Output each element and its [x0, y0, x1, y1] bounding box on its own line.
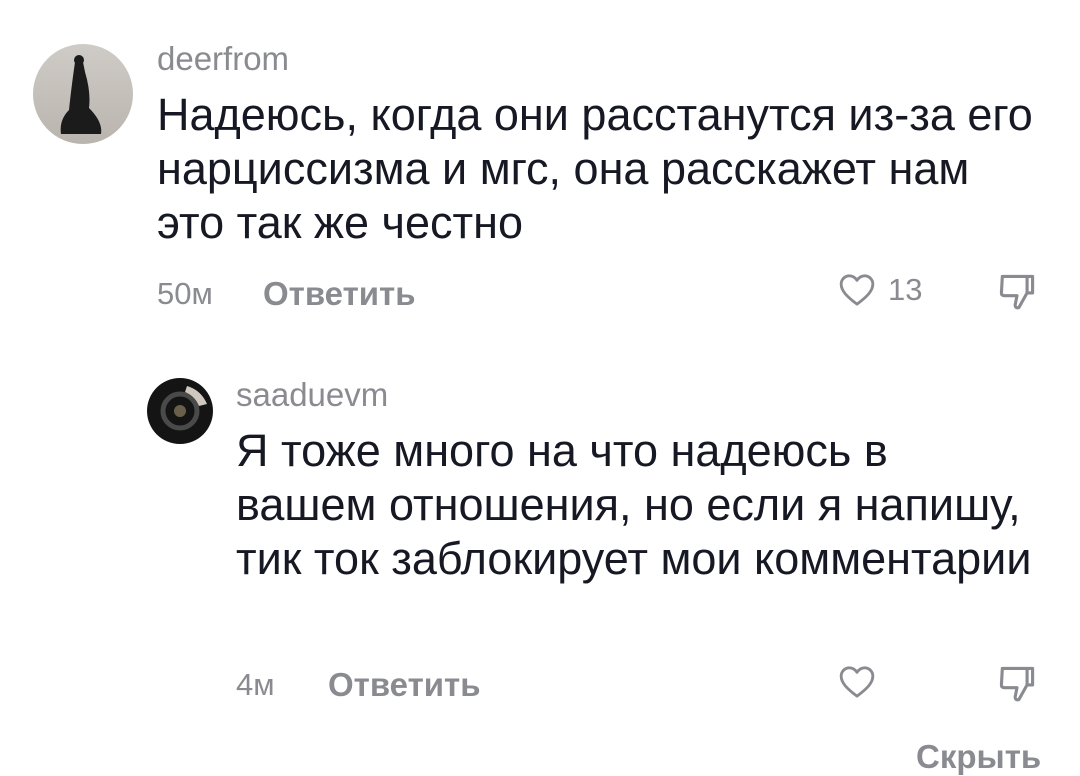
comment-username[interactable]: deerfrom — [157, 40, 289, 78]
comment-text: Я тоже много на что надеюсь в вашем отно… — [236, 425, 1032, 584]
heart-outline-icon — [839, 666, 875, 698]
comment-time: 50м — [157, 276, 213, 311]
dislike-button[interactable] — [995, 270, 1039, 319]
like-button[interactable]: 13 — [836, 270, 922, 310]
dislike-button[interactable] — [995, 662, 1039, 711]
reply-button[interactable]: Ответить — [263, 275, 416, 313]
like-button[interactable] — [836, 662, 878, 702]
hide-replies-button[interactable]: Скрыть — [916, 738, 1041, 776]
comment-username[interactable]: saaduevm — [236, 376, 388, 414]
avatar[interactable] — [33, 44, 133, 144]
thumbs-down-icon — [999, 274, 1035, 310]
thumbs-down-icon — [999, 666, 1035, 702]
heart-outline-icon — [839, 274, 875, 306]
avatar-photo — [147, 378, 213, 444]
avatar[interactable] — [147, 378, 213, 444]
avatar-photo — [33, 44, 133, 144]
comment-text: Надеюсь, когда они расстанутся из-за его… — [157, 89, 1033, 248]
comment-time: 4м — [236, 667, 275, 702]
like-count: 13 — [888, 272, 923, 307]
reply-button[interactable]: Ответить — [328, 666, 481, 704]
